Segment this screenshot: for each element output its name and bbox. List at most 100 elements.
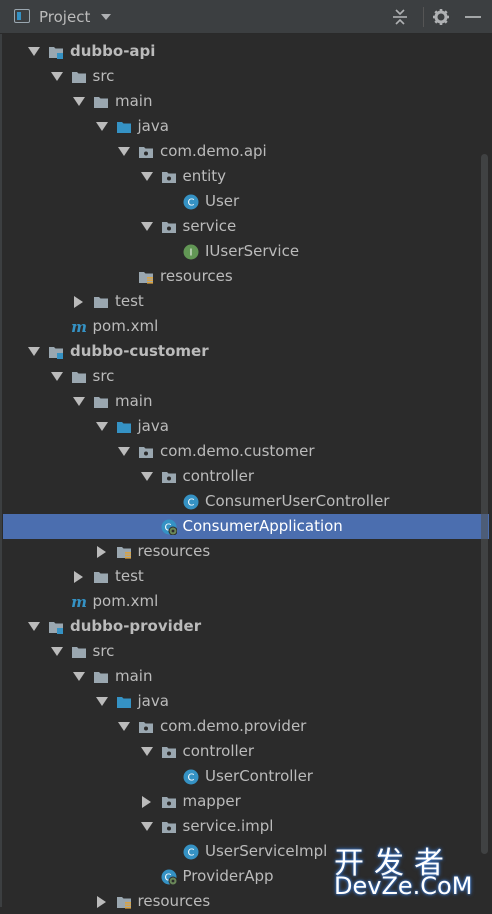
tree-node[interactable]: com.demo.customer bbox=[3, 439, 489, 464]
hide-minus-icon[interactable] bbox=[462, 6, 484, 28]
package-icon bbox=[161, 819, 177, 835]
tree-node[interactable]: src bbox=[3, 639, 489, 664]
tree-node-label: com.demo.provider bbox=[160, 717, 307, 735]
module-folder-icon bbox=[48, 619, 64, 635]
chevron-right-icon[interactable] bbox=[96, 896, 106, 908]
tree-node-label: java bbox=[137, 417, 169, 435]
source-root-folder-icon bbox=[116, 119, 132, 135]
tree-node-label: dubbo-provider bbox=[70, 617, 202, 635]
tree-node-label: resources bbox=[137, 892, 211, 910]
tree-node-label: src bbox=[92, 367, 115, 385]
tree-node-label: main bbox=[115, 392, 153, 410]
tree-node[interactable]: C ConsumerApplication bbox=[3, 514, 489, 539]
tree-node[interactable]: java bbox=[3, 114, 489, 139]
tree-node[interactable]: C UserController bbox=[3, 764, 489, 789]
tree-node[interactable]: com.demo.provider bbox=[3, 714, 489, 739]
chevron-down-icon[interactable] bbox=[118, 722, 130, 731]
svg-text:C: C bbox=[188, 198, 195, 209]
tree-node[interactable]: test bbox=[3, 289, 489, 314]
chevron-down-icon[interactable] bbox=[73, 672, 85, 681]
class-icon: C bbox=[183, 844, 199, 860]
resources-folder-icon bbox=[116, 894, 132, 910]
chevron-down-icon[interactable] bbox=[73, 397, 85, 406]
tree-node-label: pom.xml bbox=[92, 317, 159, 335]
tree-node-label: resources bbox=[137, 542, 211, 560]
source-root-folder-icon bbox=[116, 419, 132, 435]
scrollbar-thumb[interactable] bbox=[481, 154, 488, 854]
settings-gear-icon[interactable] bbox=[430, 6, 452, 28]
chevron-down-icon[interactable] bbox=[140, 172, 153, 181]
tree-node[interactable]: m pom.xml bbox=[3, 589, 489, 614]
svg-text:C: C bbox=[188, 498, 195, 509]
tree-node[interactable]: resources bbox=[3, 539, 489, 564]
tree-node[interactable]: java bbox=[3, 689, 489, 714]
tree-node-label: java bbox=[137, 117, 169, 135]
tree-node[interactable]: controller bbox=[3, 739, 489, 764]
chevron-down-icon[interactable] bbox=[140, 222, 153, 231]
chevron-down-icon[interactable] bbox=[140, 822, 153, 831]
svg-text:I: I bbox=[190, 248, 193, 259]
svg-text:m: m bbox=[71, 319, 87, 335]
chevron-right-icon[interactable] bbox=[74, 571, 83, 583]
tree-node[interactable]: com.demo.api bbox=[3, 139, 489, 164]
chevron-down-icon[interactable] bbox=[28, 47, 40, 56]
vertical-scrollbar[interactable] bbox=[479, 34, 489, 907]
package-icon bbox=[161, 469, 177, 485]
tree-node[interactable]: resources bbox=[3, 264, 489, 289]
chevron-right-icon[interactable] bbox=[74, 296, 83, 308]
interface-icon: I bbox=[183, 244, 199, 260]
chevron-down-icon[interactable] bbox=[118, 447, 130, 456]
tree-node[interactable]: C User bbox=[3, 189, 489, 214]
header-separator bbox=[423, 7, 424, 27]
package-icon bbox=[161, 169, 177, 185]
tree-node-label: test bbox=[115, 567, 144, 585]
tree-node[interactable]: java bbox=[3, 414, 489, 439]
spring-boot-class-icon: C bbox=[161, 869, 177, 886]
tree-node[interactable]: dubbo-api bbox=[3, 39, 489, 64]
tree-node[interactable]: main bbox=[3, 89, 489, 114]
tree-node[interactable]: main bbox=[3, 389, 489, 414]
tree-node[interactable]: service bbox=[3, 214, 489, 239]
tree-node[interactable]: src bbox=[3, 364, 489, 389]
tree-node[interactable]: I IUserService bbox=[3, 239, 489, 264]
tree-node[interactable]: test bbox=[3, 564, 489, 589]
chevron-down-icon[interactable] bbox=[118, 147, 130, 156]
tree-node[interactable]: service.impl bbox=[3, 814, 489, 839]
collapse-all-icon[interactable] bbox=[389, 6, 411, 28]
tree-node-label: main bbox=[115, 667, 153, 685]
tree-node[interactable]: m pom.xml bbox=[3, 314, 489, 339]
tree-node[interactable]: C ConsumerUserController bbox=[3, 489, 489, 514]
tree-node[interactable]: dubbo-customer bbox=[3, 339, 489, 364]
tree-node-label: pom.xml bbox=[92, 592, 159, 610]
folder-icon bbox=[93, 94, 109, 110]
chevron-down-icon[interactable] bbox=[73, 97, 85, 106]
chevron-down-icon[interactable] bbox=[50, 647, 63, 656]
tree-node[interactable]: controller bbox=[3, 464, 489, 489]
tree-node-label: UserController bbox=[205, 767, 313, 785]
tree-node[interactable]: entity bbox=[3, 164, 489, 189]
chevron-down-icon[interactable] bbox=[28, 347, 40, 356]
tree-node-label: src bbox=[92, 67, 115, 85]
chevron-right-icon[interactable] bbox=[96, 546, 106, 558]
tree-node-label: ConsumerUserController bbox=[205, 492, 390, 510]
chevron-down-icon[interactable] bbox=[140, 747, 153, 756]
panel-title[interactable]: Project bbox=[39, 8, 90, 26]
folder-icon bbox=[71, 369, 87, 385]
watermark-english-text: DevZe.CoM bbox=[334, 872, 473, 900]
resources-folder-icon bbox=[138, 269, 154, 285]
tree-node[interactable]: main bbox=[3, 664, 489, 689]
tree-node[interactable]: dubbo-provider bbox=[3, 614, 489, 639]
chevron-down-icon[interactable] bbox=[50, 72, 63, 81]
chevron-down-icon[interactable] bbox=[95, 422, 108, 431]
dropdown-caret-icon[interactable] bbox=[101, 14, 111, 20]
tree-node[interactable]: src bbox=[3, 64, 489, 89]
chevron-down-icon[interactable] bbox=[50, 372, 63, 381]
chevron-down-icon[interactable] bbox=[140, 472, 153, 481]
chevron-right-icon[interactable] bbox=[141, 796, 151, 808]
maven-icon: m bbox=[71, 593, 87, 611]
project-view-icon bbox=[14, 9, 30, 23]
tree-node[interactable]: mapper bbox=[3, 789, 489, 814]
chevron-down-icon[interactable] bbox=[95, 122, 108, 131]
chevron-down-icon[interactable] bbox=[95, 697, 108, 706]
chevron-down-icon[interactable] bbox=[28, 622, 40, 631]
